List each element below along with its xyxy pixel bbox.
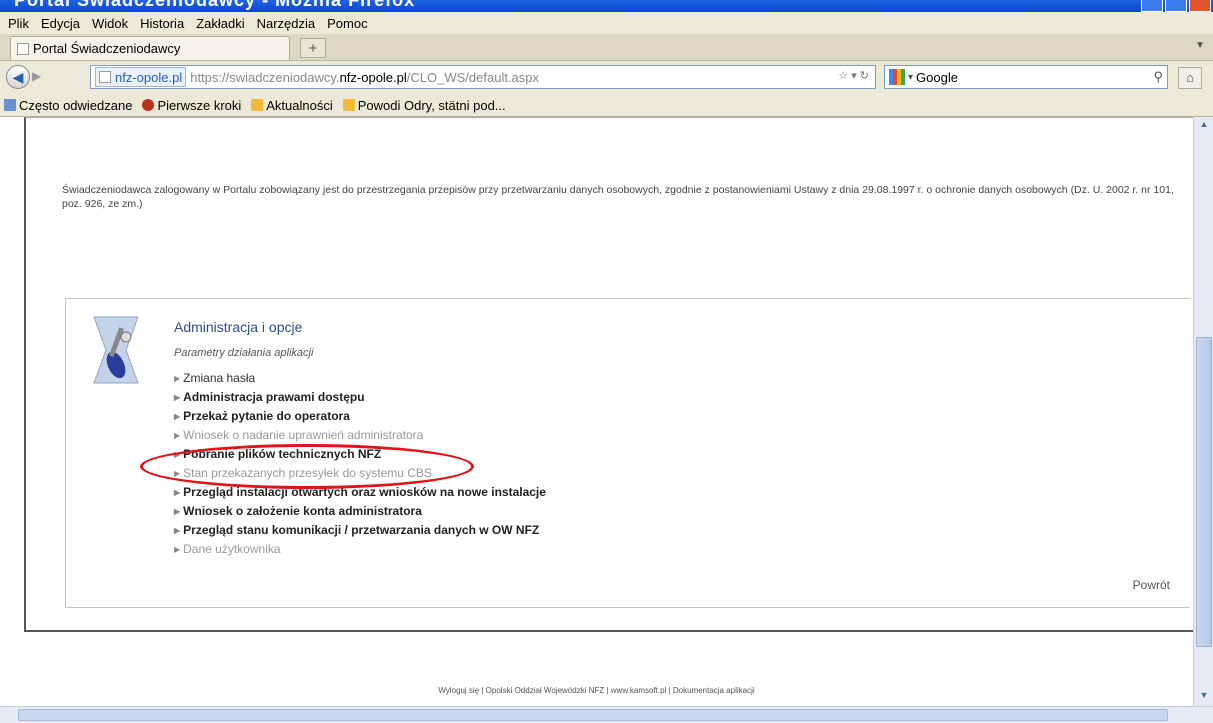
arrow-right-icon: ▶ — [174, 374, 181, 383]
reload-icon[interactable]: ↻ — [860, 70, 869, 82]
horizontal-scrollbar[interactable] — [0, 706, 1213, 723]
firefox-icon — [142, 99, 155, 111]
site-identity-label: nfz-opole.pl — [115, 69, 183, 85]
arrow-right-icon: ▶ — [174, 507, 181, 516]
link-label: Dane użytkownika — [183, 542, 281, 556]
page-footer[interactable]: Wyloguj się | Opolski Oddział Wojewódzki… — [0, 686, 1193, 695]
bookmark-czesto-odwiedzane[interactable]: Często odwiedzane — [0, 98, 132, 113]
bookmark-pierwsze-kroki[interactable]: Pierwsze kroki — [138, 98, 241, 113]
admin-tools-icon — [93, 316, 139, 384]
arrow-right-icon: ▶ — [174, 431, 181, 440]
close-button[interactable] — [1189, 0, 1211, 12]
arrow-right-icon: ▶ — [174, 526, 181, 535]
menu-plik[interactable]: Plik — [8, 16, 29, 31]
maximize-button[interactable] — [1165, 0, 1187, 12]
vertical-scrollbar[interactable]: ▲ ▼ — [1193, 117, 1213, 706]
window-titlebar: Portal Świadczeniodawcy - Mozilla Firefo… — [0, 0, 1213, 12]
google-icon[interactable] — [889, 69, 905, 85]
search-engine-label: Google — [916, 69, 958, 85]
bookmarks-folder-icon — [4, 99, 16, 111]
link-label: Wniosek o założenie konta administratora — [183, 504, 422, 518]
page-content: Świadczeniodawca zalogowany w Portalu zo… — [0, 117, 1193, 706]
privacy-notice: Świadczeniodawca zalogowany w Portalu zo… — [62, 184, 1174, 210]
arrow-right-icon: ▶ — [174, 545, 181, 554]
bookmark-label: Powodi Odry, stätni pod... — [357, 97, 506, 113]
navigation-bar: ◀ ▶ nfz-opole.pl https://swiadczeniodawc… — [0, 61, 1213, 93]
tab-label: Portal Świadczeniodawcy — [33, 41, 181, 56]
url-path: /CLO_WS/default.aspx — [406, 69, 540, 85]
menu-narzedzia[interactable]: Narzędzia — [257, 16, 316, 31]
url-buttons: ☆ ▾ ↻ — [838, 69, 869, 82]
back-button[interactable]: ◀ — [6, 65, 30, 89]
menu-zakladki[interactable]: Zakładki — [196, 16, 244, 31]
arrow-right-icon: ▶ — [174, 412, 181, 421]
link-dane-uzytkownika[interactable]: ▶ Dane użytkownika — [174, 540, 546, 559]
arrow-right-icon: ▶ — [174, 488, 181, 497]
menu-bar: Plik Edycja Widok Historia Zakładki Narz… — [0, 12, 1213, 34]
menu-widok[interactable]: Widok — [92, 16, 128, 31]
bookmark-aktualnosci[interactable]: Aktualności — [247, 97, 333, 113]
link-label: Administracja prawami dostępu — [183, 390, 365, 404]
window-title: Portal Świadczeniodawcy - Mozilla Firefo… — [14, 0, 416, 10]
tab-bar: Portal Świadczeniodawcy + ▼ — [0, 34, 1213, 61]
search-icon[interactable]: ⚲ — [1153, 69, 1163, 85]
site-identity[interactable]: nfz-opole.pl — [95, 67, 187, 87]
link-label: Przekaż pytanie do operatora — [183, 409, 350, 423]
horizontal-scrollbar-thumb[interactable] — [18, 709, 1168, 721]
link-administracja-prawami[interactable]: ▶ Administracja prawami dostępu — [174, 388, 546, 407]
panel-subtitle: Parametry działania aplikacji — [174, 347, 314, 359]
new-tab-button[interactable]: + — [300, 38, 326, 58]
scroll-down-icon[interactable]: ▼ — [1197, 690, 1211, 704]
star-icon[interactable]: ☆ — [838, 70, 848, 82]
bookmark-powodi-odry[interactable]: Powodi Odry, stätni pod... — [339, 98, 506, 113]
panel-title[interactable]: Administracja i opcje — [174, 319, 302, 335]
back-link[interactable]: Powrót — [1133, 578, 1170, 592]
link-label: Zmiana hasła — [183, 371, 256, 385]
arrow-right-icon: ▶ — [174, 393, 181, 402]
bookmark-label: Często odwiedzane — [19, 97, 133, 113]
link-wniosek-konto[interactable]: ▶ Wniosek o założenie konta administrator… — [174, 502, 546, 521]
link-wniosek-uprawnienia[interactable]: ▶ Wniosek o nadanie uprawnień administrat… — [174, 426, 546, 445]
link-przekaz-pytanie[interactable]: ▶ Przekaż pytanie do operatora — [174, 407, 546, 426]
bookmarks-toolbar: Często odwiedzane Pierwsze kroki Aktualn… — [0, 94, 1213, 117]
menu-edycja[interactable]: Edycja — [41, 16, 80, 31]
forward-button[interactable]: ▶ — [32, 69, 41, 83]
link-label: Wniosek o nadanie uprawnień administrato… — [183, 428, 424, 442]
window-controls — [1141, 0, 1211, 12]
rss-icon — [342, 99, 355, 111]
link-label: Przegląd stanu komunikacji / przetwarzan… — [183, 523, 540, 537]
tab-portal[interactable]: Portal Świadczeniodawcy — [10, 36, 290, 60]
search-bar[interactable]: ▾ Google ⚲ — [884, 65, 1168, 89]
red-highlight-ellipse — [140, 444, 474, 489]
site-icon — [99, 71, 111, 83]
minimize-button[interactable] — [1141, 0, 1163, 12]
bookmark-label: Pierwsze kroki — [157, 97, 242, 113]
link-przeglad-komunikacji[interactable]: ▶ Przegląd stanu komunikacji / przetwarza… — [174, 521, 546, 540]
menu-pomoc[interactable]: Pomoc — [327, 16, 367, 31]
bookmark-label: Aktualności — [266, 97, 333, 113]
scroll-up-icon[interactable]: ▲ — [1197, 119, 1211, 133]
dropdown-icon[interactable]: ▾ — [851, 70, 857, 82]
link-zmiana-hasla[interactable]: ▶ Zmiana hasła — [174, 369, 546, 388]
scrollbar-thumb[interactable] — [1196, 337, 1212, 647]
menu-historia[interactable]: Historia — [140, 16, 184, 31]
url-domain: nfz-opole.pl — [339, 69, 407, 85]
search-engine-dropdown-icon[interactable]: ▾ — [908, 72, 913, 83]
page-icon — [17, 42, 29, 55]
url-text: https://swiadczeniodawcy.nfz-opole.pl/CL… — [190, 70, 539, 85]
home-button[interactable]: ⌂ — [1178, 67, 1202, 89]
tab-list-icon[interactable]: ▼ — [1195, 40, 1205, 51]
rss-icon — [251, 99, 264, 111]
url-bar[interactable]: nfz-opole.pl https://swiadczeniodawcy.nf… — [90, 65, 876, 89]
url-prefix: https://swiadczeniodawcy. — [190, 69, 340, 85]
